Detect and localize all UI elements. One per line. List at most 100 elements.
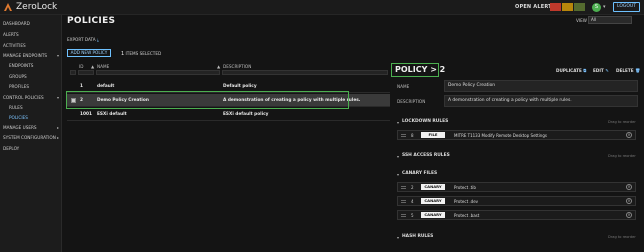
sidebar-item-deploy[interactable]: DEPLOY [3,146,19,151]
app-brand: ZeroLock [16,2,58,12]
rule-type-tag: CANARY [421,212,445,218]
name-label: NAME [397,84,410,89]
name-filter-input[interactable] [96,70,220,75]
column-id-header[interactable]: ID [79,64,83,69]
add-policy-button[interactable]: ADD NEW POLICY [67,49,111,57]
drag-hint: Drag to reorder [608,154,636,158]
row-id: 1001 [80,112,92,117]
row-name: ESXi default [97,112,127,117]
description-value: A demonstration of creating a policy wit… [444,95,638,107]
sidebar-item-manage-users[interactable]: MANAGE USERS [3,125,37,130]
chevron-right-icon: ▸ [57,125,60,130]
remove-icon[interactable]: × [626,212,632,218]
selected-row-highlight [66,91,349,109]
collapse-hash-icon[interactable]: ▾ [397,235,399,240]
sidebar-item-groups[interactable]: GROUPS [9,74,27,79]
canary-file-item[interactable]: 4 CANARY Protect .dev × [397,196,636,206]
trash-icon: 🗑 [635,68,641,73]
rule-type-tag: FILE [421,132,445,138]
rule-number: 4 [411,199,414,204]
section-lockdown-rules[interactable]: LOCKDOWN RULES [402,119,448,124]
pencil-icon: ✎ [605,68,609,73]
canary-file-item[interactable]: 5 CANARY Protect .bast × [397,210,636,220]
rule-name: MITRE T1133 Modify Remote Desktop Settin… [454,133,547,138]
delete-button[interactable]: DELETE 🗑 [616,68,640,74]
sidebar-item-rules[interactable]: RULES [9,105,23,110]
page-title: POLICIES [67,16,116,26]
select-all-checkbox[interactable] [70,70,76,75]
rule-name: Protect .tib [454,185,476,190]
drag-handle-icon[interactable] [401,134,406,137]
copy-icon: ⧉ [583,68,587,73]
collapse-lockdown-icon[interactable]: ▾ [397,120,399,125]
sort-asc-icon[interactable]: ▲ [217,64,220,69]
chevron-down-icon: ▾ [57,53,60,58]
alert-critical-badge[interactable] [550,3,561,11]
sidebar-item-system-configuration[interactable]: SYSTEM CONFIGURATION [3,135,56,140]
collapse-ssh-icon[interactable]: ▾ [397,154,399,159]
section-canary-files[interactable]: CANARY FILES [402,171,437,176]
drag-hint: Drag to reorder [608,235,636,239]
rule-type-tag: CANARY [421,184,445,190]
lockdown-rule-item[interactable]: 8 FILE MITRE T1133 Modify Remote Desktop… [397,130,636,140]
rule-number: 2 [411,185,414,190]
description-filter-input[interactable] [222,70,388,75]
rule-number: 8 [411,133,414,138]
remove-icon[interactable]: × [626,132,632,138]
chevron-right-icon: ▸ [57,135,60,140]
table-header: ID ▲ NAME ▲ DESCRIPTION [67,62,390,76]
user-menu-caret-icon[interactable]: ▾ [603,4,606,10]
edit-label: EDIT [593,68,604,73]
sidebar-item-dashboard[interactable]: DASHBOARD [3,21,30,26]
duplicate-button[interactable]: DUPLICATE ⧉ [556,68,586,73]
download-icon: ⤓ [96,37,99,42]
column-description-header[interactable]: DESCRIPTION [223,64,251,69]
selected-count-value: 1 [121,51,125,57]
drag-handle-icon[interactable] [401,186,406,189]
row-description: ESXi default policy [223,112,269,117]
chevron-down-icon: ▾ [57,95,60,100]
policy-detail-title: POLICY > 2 [391,63,445,77]
sidebar-item-alerts[interactable]: ALERTS [3,32,19,37]
sidebar-item-endpoints[interactable]: ENDPOINTS [9,63,33,68]
sidebar-item-activities[interactable]: ACTIVITIES [3,43,26,48]
table-row[interactable]: 1001 ESXi default ESXi default policy [67,108,390,121]
id-filter-input[interactable] [78,70,94,75]
edit-button[interactable]: EDIT ✎ [593,68,609,73]
name-value: Demo Policy Creation [444,80,638,92]
delete-label: DELETE [616,68,634,73]
row-id: 1 [80,84,83,89]
sidebar-item-manage-endpoints[interactable]: MANAGE ENDPOINTS [3,53,47,58]
remove-icon[interactable]: × [626,198,632,204]
row-name: default [97,84,115,89]
rule-number: 5 [411,213,414,218]
drag-handle-icon[interactable] [401,214,406,217]
rule-name: Protect .bast [454,213,480,218]
section-ssh-access-rules[interactable]: SSH ACCESS RULES [402,153,450,158]
sidebar-item-control-policies[interactable]: CONTROL POLICIES [3,95,44,100]
collapse-canary-icon[interactable]: ▾ [397,172,399,177]
row-description: Default policy [223,84,257,89]
sort-asc-icon[interactable]: ▲ [91,64,94,69]
section-hash-rules[interactable]: HASH RULES [402,234,433,239]
zerolock-logo-icon [4,3,12,11]
drag-hint: Drag to reorder [608,120,636,124]
sidebar: DASHBOARD ALERTS ACTIVITIES MANAGE ENDPO… [0,15,62,252]
column-name-header[interactable]: NAME [97,64,109,69]
view-select[interactable]: All [588,16,632,24]
alert-high-badge[interactable] [562,3,573,11]
remove-icon[interactable]: × [626,184,632,190]
selected-count: 1 ITEMS SELECTED [121,51,161,57]
logout-button[interactable]: LOGOUT [613,2,640,12]
export-data-button[interactable]: EXPORT DATA ⤓ [67,37,99,42]
user-avatar[interactable]: S [592,3,601,12]
alert-medium-badge[interactable] [574,3,585,11]
sidebar-item-profiles[interactable]: PROFILES [9,84,29,89]
sidebar-item-policies[interactable]: POLICIES [9,115,28,120]
export-label: EXPORT DATA [67,37,96,42]
rule-name: Protect .dev [454,199,479,204]
canary-file-item[interactable]: 2 CANARY Protect .tib × [397,182,636,192]
duplicate-label: DUPLICATE [556,68,582,73]
description-label: DESCRIPTION [397,99,426,104]
drag-handle-icon[interactable] [401,200,406,203]
